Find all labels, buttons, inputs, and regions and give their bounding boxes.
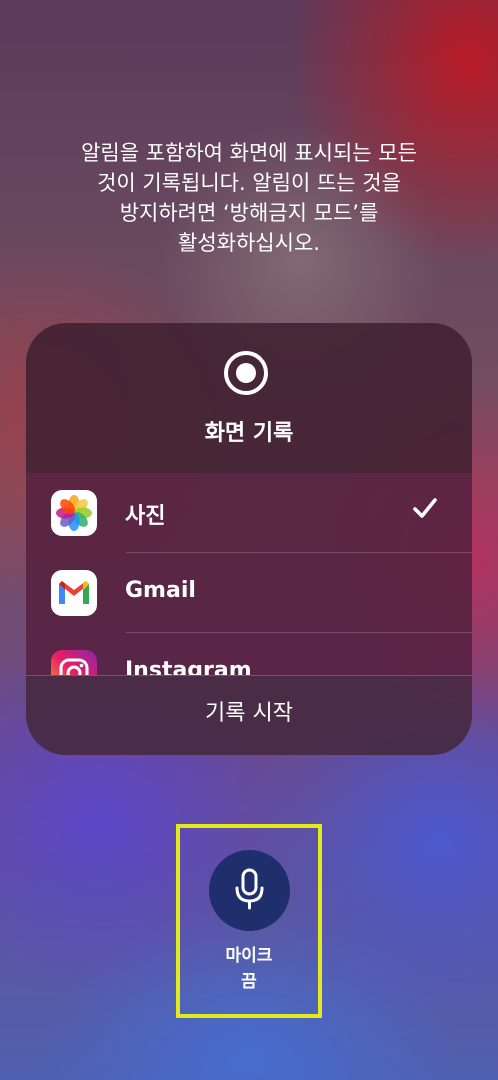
checkmark-icon	[413, 498, 437, 518]
list-item-label: 사진	[125, 504, 166, 529]
microphone-status-label: 마이크 끔	[225, 946, 273, 992]
photos-icon	[51, 490, 97, 536]
list-item-label: Instagram	[125, 658, 252, 675]
list-item-instagram[interactable]: Instagram	[26, 633, 472, 675]
microphone-button[interactable]	[209, 850, 290, 931]
instagram-icon	[51, 650, 97, 675]
recording-notice: 알림을 포함하여 화면에 표시되는 모든 것이 기록됩니다. 알림이 뜨는 것을…	[81, 141, 417, 255]
screen-recording-panel: 화면 기록 사진 Gmail Instagram 기록 시작	[26, 323, 472, 755]
destination-list: 사진 Gmail Instagram	[26, 473, 472, 675]
record-icon	[224, 351, 268, 395]
gmail-icon	[51, 570, 97, 616]
microphone-icon	[235, 868, 264, 910]
list-item-label: Gmail	[125, 578, 196, 603]
panel-title: 화면 기록	[204, 421, 294, 446]
panel-header: 화면 기록	[26, 323, 472, 473]
list-item-photos[interactable]: 사진	[26, 473, 472, 553]
list-item-gmail[interactable]: Gmail	[26, 553, 472, 633]
start-recording-button[interactable]: 기록 시작	[26, 676, 472, 755]
